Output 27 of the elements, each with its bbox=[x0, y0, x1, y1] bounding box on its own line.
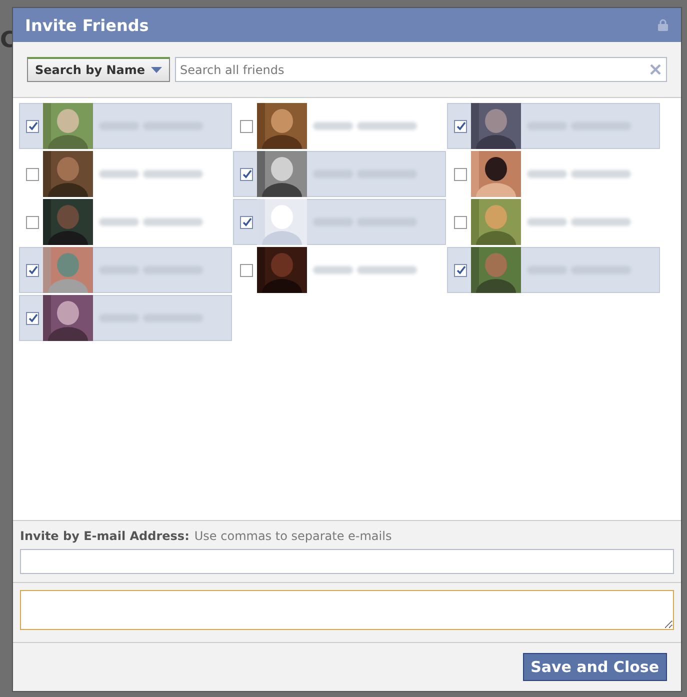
checkbox[interactable] bbox=[26, 312, 39, 324]
checkbox[interactable] bbox=[26, 120, 39, 132]
lock-icon bbox=[658, 19, 668, 31]
checkbox[interactable] bbox=[240, 168, 253, 180]
friend-item[interactable] bbox=[19, 295, 232, 341]
checkbox[interactable] bbox=[26, 264, 39, 276]
email-hint: Use commas to separate e-mails bbox=[194, 529, 392, 543]
search-field[interactable]: Search all friends bbox=[175, 57, 667, 82]
friend-item[interactable] bbox=[447, 247, 660, 293]
checkbox[interactable] bbox=[26, 216, 39, 228]
checkbox[interactable] bbox=[26, 168, 39, 180]
checkbox[interactable] bbox=[454, 264, 467, 276]
message-field[interactable] bbox=[20, 590, 674, 630]
checkbox[interactable] bbox=[454, 120, 467, 132]
search-mode-dropdown[interactable]: Search by Name bbox=[27, 57, 170, 82]
email-label: Invite by E-mail Address: bbox=[20, 529, 190, 543]
checkbox[interactable] bbox=[454, 168, 467, 180]
checkbox[interactable] bbox=[454, 216, 467, 228]
checkbox[interactable] bbox=[240, 120, 253, 132]
caret-icon bbox=[151, 67, 162, 73]
dialog-title: Invite Friends bbox=[25, 16, 149, 34]
friend-item[interactable] bbox=[233, 151, 446, 197]
email-input-field[interactable] bbox=[20, 549, 674, 574]
checkbox[interactable] bbox=[240, 264, 253, 276]
save-button[interactable]: Save and Close bbox=[522, 653, 667, 681]
checkbox[interactable] bbox=[240, 216, 253, 228]
friend-item[interactable] bbox=[447, 103, 660, 149]
